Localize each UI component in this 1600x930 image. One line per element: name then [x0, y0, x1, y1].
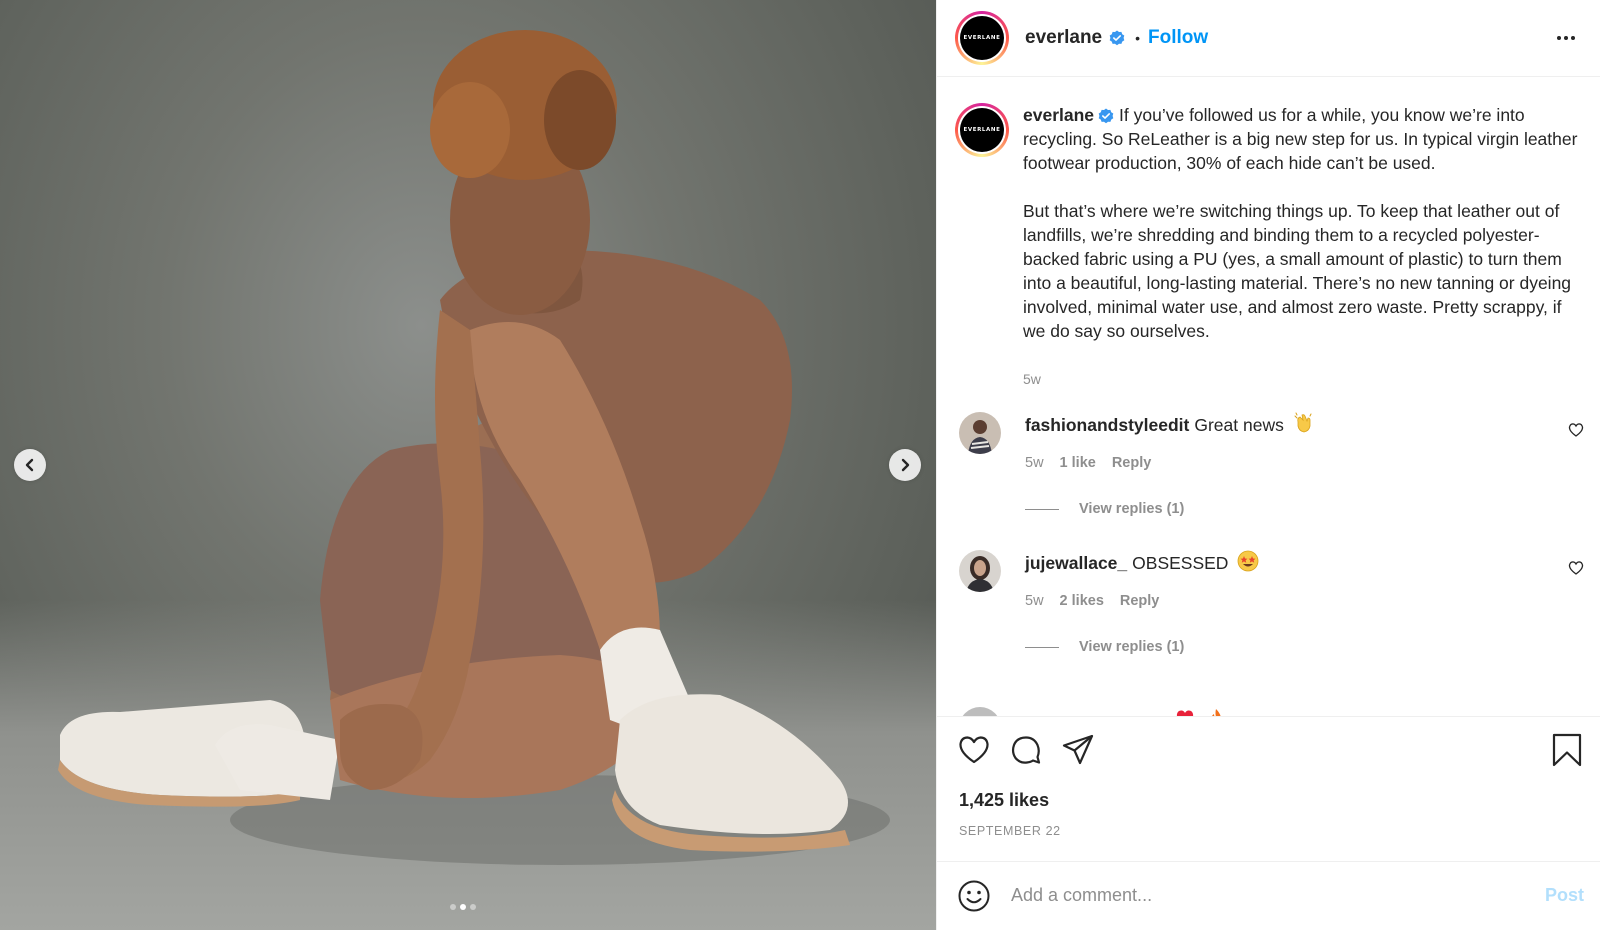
comment-icon[interactable]	[1009, 733, 1043, 767]
post-comment-button[interactable]: Post	[1545, 885, 1584, 906]
instagram-post: EVERLANE everlane • Follow EVERLANE ever…	[0, 0, 1600, 930]
carousel-dot-active	[460, 904, 466, 910]
carousel-dot	[450, 904, 456, 910]
caption-author-avatar[interactable]: EVERLANE	[955, 103, 1009, 157]
commenter-avatar[interactable]	[959, 412, 1001, 454]
reply-button[interactable]: Reply	[1112, 455, 1152, 471]
fire-emoji-icon	[1211, 709, 1221, 716]
clapping-hands-icon	[1294, 412, 1312, 433]
more-options-icon	[1571, 36, 1575, 40]
comment-body: Great news	[1194, 415, 1284, 435]
replies-divider	[1025, 508, 1059, 510]
post-date[interactable]: SEPTEMBER 22	[959, 824, 1061, 838]
reply-button[interactable]: Reply	[1120, 593, 1160, 609]
commenter-avatar[interactable]	[959, 550, 1001, 592]
add-comment-bar: Post	[937, 861, 1600, 929]
more-options-icon	[1564, 36, 1568, 40]
comment-meta: 5w 1 like Reply	[1025, 455, 1151, 471]
replies-divider	[1025, 646, 1059, 648]
brand-logo: EVERLANE	[960, 16, 1004, 60]
comment-text: jujewallace_ OBSESSED	[1025, 550, 1259, 575]
view-replies-button[interactable]: View replies (1)	[1025, 501, 1184, 517]
heart-icon[interactable]	[957, 733, 991, 767]
caption-paragraph: everlane If you’ve followed us for a whi…	[1023, 103, 1583, 175]
carousel-next-button[interactable]	[889, 449, 921, 481]
author-avatar[interactable]: EVERLANE	[955, 11, 1009, 65]
brand-logo: EVERLANE	[960, 108, 1004, 152]
author-username[interactable]: everlane	[1025, 27, 1102, 49]
caption-timestamp[interactable]: 5w	[1023, 367, 1583, 391]
avatar-inner: EVERLANE	[958, 106, 1006, 154]
post-actions: 1,425 likes SEPTEMBER 22	[937, 716, 1600, 861]
comment-time[interactable]: 5w	[1025, 593, 1044, 609]
post-caption: EVERLANE everlane If you’ve followed us …	[955, 103, 1595, 391]
comments-list[interactable]: EVERLANE everlane If you’ve followed us …	[937, 77, 1600, 716]
comment-input[interactable]	[1009, 884, 1545, 907]
heart-icon[interactable]	[1568, 422, 1584, 438]
carousel-prev-button[interactable]	[14, 449, 46, 481]
view-replies-label: View replies (1)	[1079, 639, 1185, 655]
verified-badge-icon	[1098, 108, 1114, 124]
post-side-panel: EVERLANE everlane • Follow EVERLANE ever…	[936, 0, 1600, 930]
comment-likes[interactable]: 2 likes	[1060, 593, 1104, 609]
comment-time[interactable]: 5w	[1025, 455, 1044, 471]
comment-body: OBSESSED	[1132, 553, 1229, 573]
caption-body: everlane If you’ve followed us for a whi…	[1023, 103, 1583, 391]
comment-text	[1025, 707, 1227, 716]
commenter-username[interactable]: fashionandstyleedit	[1025, 415, 1189, 435]
follow-button[interactable]: Follow	[1148, 27, 1208, 49]
action-bar	[957, 733, 1095, 767]
bookmark-icon[interactable]	[1550, 733, 1584, 767]
commenter-avatar[interactable]	[959, 707, 1001, 716]
comment-likes[interactable]: 1 like	[1060, 455, 1096, 471]
more-options-icon	[1557, 36, 1561, 40]
comment-meta: 5w 2 likes Reply	[1025, 593, 1159, 609]
star-struck-icon	[1237, 550, 1259, 572]
verified-badge-icon	[1109, 30, 1125, 46]
likes-count[interactable]: 1,425 likes	[959, 790, 1049, 811]
share-icon[interactable]	[1061, 733, 1095, 767]
chevron-left-icon	[25, 458, 34, 472]
comment-text: fashionandstyleedit Great news	[1025, 412, 1315, 437]
carousel-dot	[470, 904, 476, 910]
view-replies-label: View replies (1)	[1079, 501, 1185, 517]
caption-username[interactable]: everlane	[1023, 105, 1094, 125]
carousel-indicator	[450, 904, 476, 910]
smiley-icon[interactable]	[957, 879, 991, 913]
more-options-button[interactable]	[1554, 26, 1578, 50]
post-media[interactable]	[0, 0, 936, 930]
post-header: EVERLANE everlane • Follow	[937, 0, 1600, 77]
chevron-right-icon	[901, 458, 910, 472]
avatar-inner: EVERLANE	[958, 14, 1006, 62]
heart-icon[interactable]	[1568, 560, 1584, 576]
commenter-username[interactable]: jujewallace_	[1025, 553, 1127, 573]
heart-emoji-icon	[1176, 710, 1193, 716]
caption-paragraph: But that’s where we’re switching things …	[1023, 201, 1572, 341]
view-replies-button[interactable]: View replies (1)	[1025, 639, 1184, 655]
post-photo	[58, 30, 890, 865]
separator-dot: •	[1135, 30, 1141, 46]
